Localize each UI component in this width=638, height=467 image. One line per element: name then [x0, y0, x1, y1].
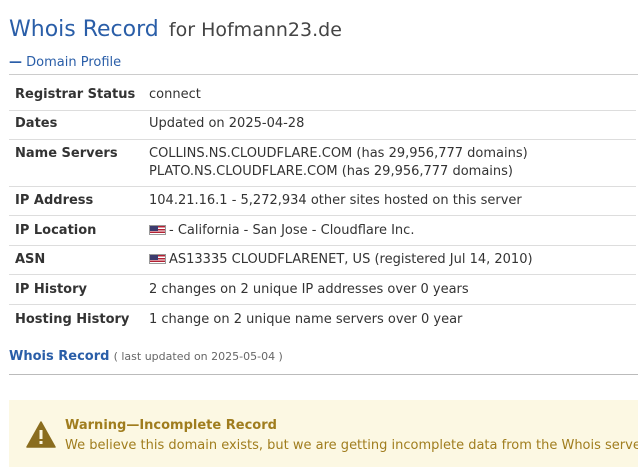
- us-flag-icon: [149, 254, 166, 264]
- domain-profile-toggle[interactable]: — Domain Profile: [9, 55, 121, 70]
- page-title-main: Whois Record: [9, 17, 159, 42]
- row-value-ip-address: 104.21.16.1 - 5,272,934 other sites host…: [149, 193, 522, 208]
- row-divider: [9, 245, 636, 246]
- row-value-registrar-status: connect: [149, 87, 201, 102]
- ip-location-text: - California - San Jose - Cloudflare Inc…: [169, 223, 415, 238]
- domain-profile-label: Domain Profile: [26, 55, 122, 70]
- row-label-hosting-history: Hosting History: [15, 312, 130, 327]
- section-divider: [9, 74, 638, 75]
- row-label-asn: ASN: [15, 252, 46, 267]
- row-label-ip-history: IP History: [15, 282, 87, 297]
- whois-divider: [9, 374, 638, 375]
- row-value-name-server-2: PLATO.NS.CLOUDFLARE.COM (has 29,956,777 …: [149, 164, 513, 179]
- row-divider: [9, 186, 636, 187]
- whois-last-updated: ( last updated on 2025-05-04 ): [113, 350, 283, 363]
- warning-message: We believe this domain exists, but we ar…: [65, 438, 638, 453]
- collapse-icon: —: [9, 55, 22, 70]
- row-value-hosting-history: 1 change on 2 unique name servers over 0…: [149, 312, 463, 327]
- row-divider: [9, 110, 636, 111]
- row-label-dates: Dates: [15, 116, 58, 131]
- asn-text: AS13335 CLOUDFLARENET, US (registered Ju…: [169, 252, 533, 267]
- row-value-dates: Updated on 2025-04-28: [149, 116, 305, 131]
- row-divider: [9, 139, 636, 140]
- row-divider: [9, 304, 636, 305]
- whois-record-heading: Whois Record ( last updated on 2025-05-0…: [9, 349, 283, 364]
- row-label-registrar-status: Registrar Status: [15, 87, 136, 102]
- us-flag-icon: [149, 225, 166, 235]
- row-value-asn: AS13335 CLOUDFLARENET, US (registered Ju…: [149, 251, 533, 269]
- row-label-name-servers: Name Servers: [15, 146, 118, 161]
- row-divider: [9, 215, 636, 216]
- whois-record-link[interactable]: Whois Record: [9, 349, 109, 364]
- warning-title: Warning—Incomplete Record: [65, 418, 277, 433]
- row-value-ip-location: - California - San Jose - Cloudflare Inc…: [149, 222, 414, 240]
- row-divider: [9, 274, 636, 275]
- warning-alert: Warning—Incomplete Record We believe thi…: [9, 400, 638, 467]
- warning-triangle-icon: [26, 421, 56, 448]
- page-title-domain: for Hofmann23.de: [168, 19, 342, 41]
- row-value-ip-history: 2 changes on 2 unique IP addresses over …: [149, 282, 469, 297]
- row-label-ip-location: IP Location: [15, 223, 97, 238]
- page-title: Whois Record for Hofmann23.de: [9, 6, 342, 44]
- row-label-ip-address: IP Address: [15, 193, 94, 208]
- row-value-name-server-1: COLLINS.NS.CLOUDFLARE.COM (has 29,956,77…: [149, 146, 528, 161]
